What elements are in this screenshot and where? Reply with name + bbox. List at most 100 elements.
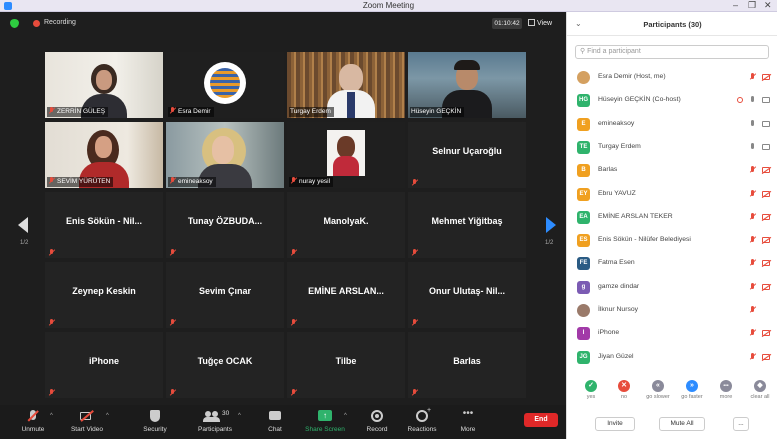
mic-muted-icon[interactable] [749, 259, 757, 267]
participant-row[interactable]: HG Hüseyin GEÇKİN (Co-host) [567, 89, 777, 112]
video-tile-active-speaker[interactable]: Turgay Erdem [287, 52, 405, 118]
video-tile[interactable]: Tilbe [287, 332, 405, 398]
mic-muted-icon[interactable] [749, 212, 757, 221]
reaction-no[interactable]: ✕ no [612, 380, 636, 400]
participant-row[interactable]: Esra Demir (Host, me) [567, 66, 777, 89]
mic-on-icon[interactable] [749, 119, 757, 128]
start-video-button[interactable]: Start Video [62, 409, 112, 433]
close-window-button[interactable]: ✕ [764, 0, 772, 11]
mic-muted-icon[interactable] [749, 189, 757, 198]
participant-row-name: Ebru YAVUZ [598, 189, 636, 197]
view-button[interactable]: View [528, 18, 552, 29]
video-tile[interactable]: nuray yesil [287, 122, 405, 188]
mic-on-icon[interactable] [749, 142, 757, 151]
avatar [577, 304, 590, 317]
participant-row[interactable]: Eemineaksoy [567, 113, 777, 136]
video-tile[interactable]: Sevim Çınar [166, 262, 284, 328]
find-participant-input[interactable]: ⚲ Find a participant [575, 45, 769, 59]
camera-off-icon[interactable] [762, 190, 770, 197]
more-button[interactable]: ••• More [443, 409, 493, 434]
video-tile[interactable]: SEVİM YÜRÜTEN [45, 122, 163, 188]
next-page-arrow-icon[interactable] [546, 217, 556, 233]
participant-row[interactable]: IiPhone [567, 322, 777, 345]
camera-on-icon[interactable] [762, 143, 770, 150]
camera-off-icon[interactable] [762, 260, 770, 267]
participants-options-caret-icon[interactable]: ^ [238, 413, 241, 419]
participant-row[interactable]: EA EMİNE ARSLAN TEKER [567, 206, 777, 229]
mic-on-icon[interactable] [749, 96, 757, 104]
maximize-button[interactable]: ❐ [748, 0, 756, 11]
mic-muted-icon[interactable] [749, 306, 757, 314]
reaction-go-faster[interactable]: » go faster [680, 380, 704, 400]
share-screen-icon: ↑ [300, 409, 350, 423]
video-tile[interactable]: ManolyaK. [287, 192, 405, 258]
video-tile[interactable]: EMİNE ARSLAN... [287, 262, 405, 328]
recording-label[interactable]: Recording [44, 19, 76, 26]
participant-row[interactable]: FE Fatma Esen [567, 252, 777, 275]
video-tile[interactable]: Selnur Uçaroğlu [408, 122, 526, 188]
mic-muted-icon [290, 389, 297, 396]
mic-muted-icon[interactable] [749, 352, 757, 361]
video-tile[interactable]: Barlas [408, 332, 526, 398]
previous-page-arrow-icon[interactable] [18, 217, 28, 233]
video-tile[interactable]: Onur Ulutaş- Nil... [408, 262, 526, 328]
mute-all-button[interactable]: Mute All [659, 417, 705, 431]
video-tile[interactable]: iPhone [45, 332, 163, 398]
mic-muted-icon[interactable] [749, 282, 757, 291]
camera-off-icon[interactable] [762, 330, 770, 337]
mic-muted-icon[interactable] [749, 236, 757, 244]
video-tile[interactable]: Zeynep Keskin [45, 262, 163, 328]
audio-options-caret-icon[interactable]: ^ [50, 413, 53, 419]
share-screen-button[interactable]: ↑ Share Screen [300, 409, 350, 433]
participant-row[interactable]: JG Jiyan Güzel [567, 346, 777, 369]
mic-muted-icon[interactable] [749, 329, 757, 337]
camera-on-icon[interactable] [762, 120, 770, 127]
participant-row-name: Turgay Erdem [598, 142, 641, 150]
reaction-yes[interactable]: ✓ yes [579, 380, 603, 400]
chat-button[interactable]: Chat [250, 409, 300, 433]
record-button[interactable]: Record [352, 409, 402, 433]
participant-row[interactable]: B Barlas [567, 159, 777, 182]
participant-row[interactable]: g gamze dindar [567, 276, 777, 299]
mic-muted-icon [169, 107, 176, 114]
end-meeting-button[interactable]: End [524, 413, 558, 427]
participant-row-name: Barlas [598, 166, 618, 174]
video-tile[interactable]: ZERRİN GÜLEŞ [45, 52, 163, 118]
participant-row-name: Fatma Esen [598, 259, 635, 267]
reaction-clear-all[interactable]: ◆ clear all [748, 380, 772, 400]
panel-more-button[interactable]: ... [733, 417, 749, 431]
security-button[interactable]: Security [130, 409, 180, 433]
participant-row[interactable]: İlknur Nursoy [567, 299, 777, 322]
participant-row[interactable]: EY Ebru YAVUZ [567, 183, 777, 206]
mic-muted-icon[interactable] [749, 166, 757, 174]
video-tile[interactable]: Esra Demir [166, 52, 284, 118]
invite-button[interactable]: Invite [595, 417, 635, 431]
video-tile[interactable]: emineaksoy [166, 122, 284, 188]
mic-muted-icon[interactable] [749, 73, 757, 81]
encryption-shield-icon[interactable] [10, 19, 19, 28]
video-tile[interactable]: Mehmet Yiğitbaş [408, 192, 526, 258]
participant-row[interactable]: ES Enis Sökün - Nilüfer Belediyesi [567, 229, 777, 252]
participant-name: emineaksoy [178, 178, 213, 185]
video-tile[interactable]: Tunay ÖZBUDA... [166, 192, 284, 258]
minimize-button[interactable]: – [733, 0, 738, 11]
camera-off-icon[interactable] [762, 74, 770, 80]
video-tile[interactable]: Hüseyin GEÇKİN [408, 52, 526, 118]
participant-row[interactable]: TE Turgay Erdem [567, 136, 777, 159]
camera-off-icon[interactable] [762, 213, 770, 220]
camera-off-icon[interactable] [762, 283, 770, 290]
chat-label: Chat [268, 426, 282, 433]
video-options-caret-icon[interactable]: ^ [106, 413, 109, 419]
video-tile[interactable]: Enis Sökün - Nil... [45, 192, 163, 258]
camera-on-icon[interactable] [762, 97, 770, 104]
share-options-caret-icon[interactable]: ^ [344, 413, 347, 419]
reaction-more[interactable]: ••• more [714, 380, 738, 400]
participants-button[interactable]: 30 Participants [190, 409, 240, 433]
camera-off-icon[interactable] [762, 353, 770, 360]
reactions-button[interactable]: + Reactions [397, 407, 447, 433]
participant-row-name: Hüseyin GEÇKİN (Co-host) [598, 96, 681, 104]
camera-off-icon[interactable] [762, 167, 770, 174]
camera-off-icon[interactable] [762, 237, 770, 244]
reaction-go-slower[interactable]: « go slower [646, 380, 670, 400]
video-tile[interactable]: Tuğçe OCAK [166, 332, 284, 398]
